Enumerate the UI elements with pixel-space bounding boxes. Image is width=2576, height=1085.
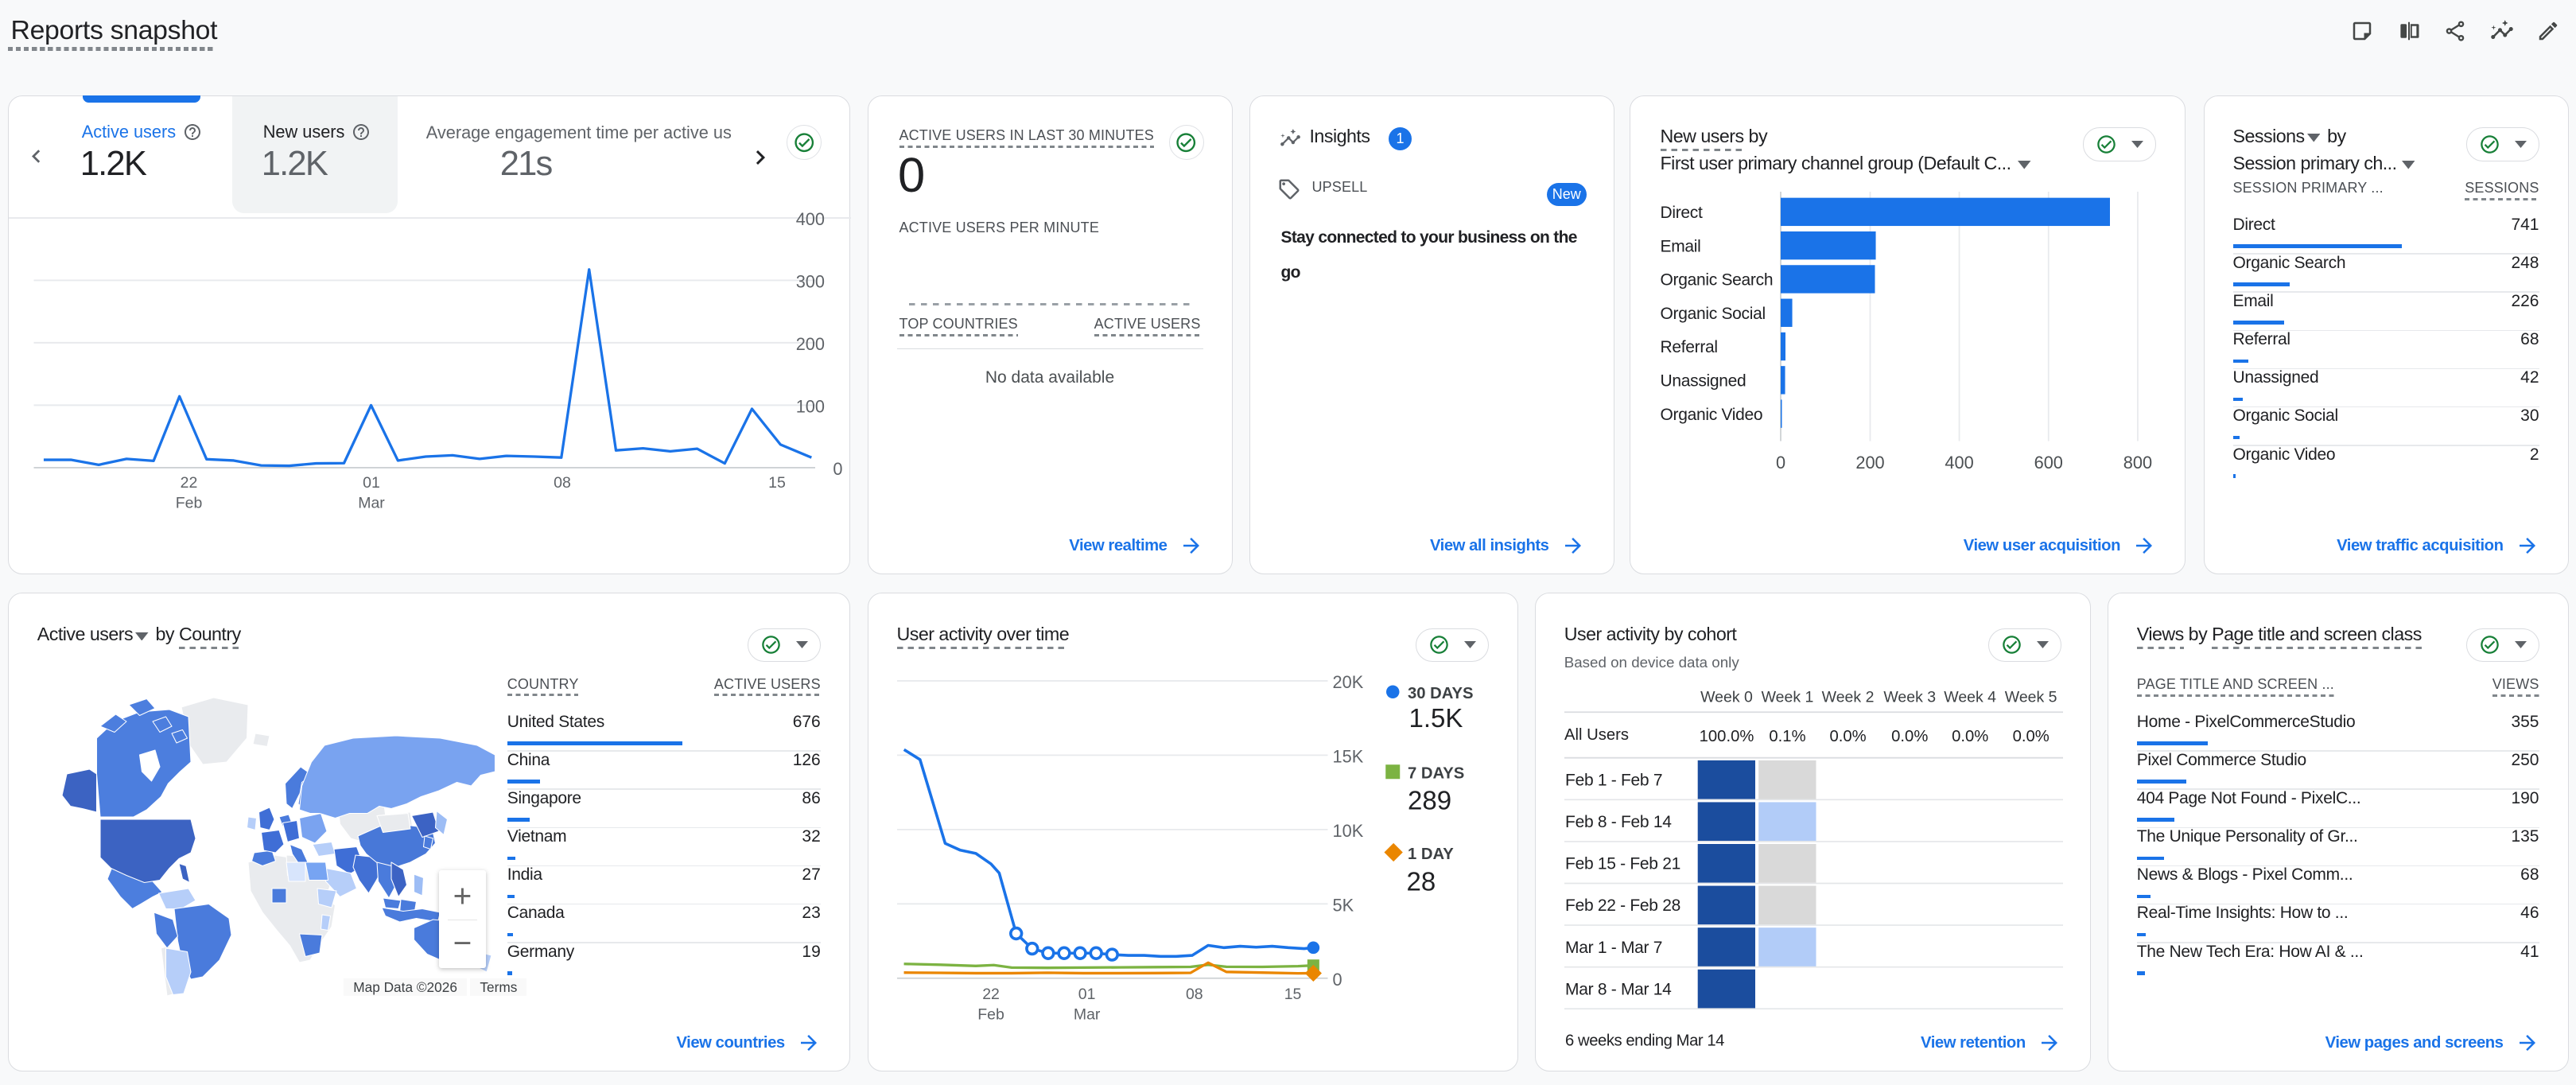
svg-text:Referral: Referral — [1661, 338, 1718, 356]
svg-text:28: 28 — [1406, 867, 1436, 896]
svg-text:Unassigned: Unassigned — [1661, 372, 1746, 391]
svg-text:Week 3: Week 3 — [1883, 689, 1936, 706]
svg-text:Organic Search: Organic Search — [1661, 271, 1774, 290]
svg-text:01: 01 — [1078, 986, 1095, 1003]
svg-text:30 DAYS: 30 DAYS — [1408, 685, 1474, 702]
svg-text:0: 0 — [1776, 453, 1785, 472]
svg-text:15: 15 — [1284, 986, 1301, 1003]
svg-text:800: 800 — [2123, 453, 2152, 472]
svg-text:Organic Social: Organic Social — [1661, 305, 1766, 323]
svg-text:1 DAY: 1 DAY — [1408, 846, 1454, 863]
svg-text:08: 08 — [554, 474, 571, 492]
svg-text:0.1%: 0.1% — [1769, 728, 1805, 745]
svg-text:All Users: All Users — [1564, 726, 1629, 744]
svg-text:200: 200 — [1855, 453, 1884, 472]
svg-text:0.0%: 0.0% — [1891, 728, 1928, 745]
svg-text:0.0%: 0.0% — [2012, 728, 2049, 745]
svg-text:Feb: Feb — [977, 1006, 1004, 1024]
svg-text:600: 600 — [2034, 453, 2063, 472]
svg-text:Mar: Mar — [358, 495, 385, 512]
svg-text:Feb 8 - Feb 14: Feb 8 - Feb 14 — [1565, 813, 1672, 831]
svg-text:200: 200 — [795, 334, 824, 354]
svg-text:22: 22 — [982, 986, 1000, 1003]
svg-text:Week 2: Week 2 — [1821, 689, 1874, 706]
svg-text:15: 15 — [768, 474, 786, 492]
svg-text:6 weeks ending Mar 14: 6 weeks ending Mar 14 — [1565, 1032, 1724, 1050]
svg-text:Week 4: Week 4 — [1944, 689, 1996, 706]
svg-text:10K: 10K — [1332, 821, 1363, 841]
svg-text:7 DAYS: 7 DAYS — [1408, 765, 1464, 783]
svg-text:0.0%: 0.0% — [1829, 728, 1866, 745]
svg-text:Organic Video: Organic Video — [1661, 406, 1763, 424]
svg-text:15K: 15K — [1332, 746, 1363, 766]
svg-text:Mar 8 - Mar 14: Mar 8 - Mar 14 — [1565, 980, 1672, 998]
svg-text:Feb 1 - Feb 7: Feb 1 - Feb 7 — [1565, 772, 1662, 790]
svg-text:01: 01 — [363, 474, 380, 492]
svg-text:Feb 22 - Feb 28: Feb 22 - Feb 28 — [1565, 896, 1680, 915]
svg-text:Email: Email — [1661, 237, 1701, 255]
svg-text:20K: 20K — [1332, 672, 1363, 692]
svg-text:Direct: Direct — [1661, 204, 1704, 222]
svg-text:400: 400 — [1945, 453, 1973, 472]
svg-text:08: 08 — [1185, 986, 1203, 1003]
svg-text:Week 0: Week 0 — [1700, 689, 1753, 706]
svg-text:0.0%: 0.0% — [1952, 728, 1988, 745]
svg-text:0: 0 — [1332, 970, 1342, 990]
svg-text:Mar: Mar — [1073, 1006, 1100, 1024]
svg-text:5K: 5K — [1332, 895, 1354, 915]
svg-text:400: 400 — [795, 209, 824, 229]
svg-text:Feb: Feb — [175, 495, 202, 512]
svg-text:100: 100 — [795, 396, 824, 416]
svg-text:22: 22 — [180, 474, 197, 492]
svg-text:Week 5: Week 5 — [2005, 689, 2057, 706]
svg-text:100.0%: 100.0% — [1699, 728, 1754, 745]
svg-text:289: 289 — [1408, 786, 1451, 815]
svg-text:0: 0 — [833, 459, 842, 479]
svg-text:Week 1: Week 1 — [1761, 689, 1813, 706]
svg-text:Mar 1 - Mar 7: Mar 1 - Mar 7 — [1565, 939, 1662, 957]
svg-text:1.5K: 1.5K — [1408, 703, 1463, 733]
svg-text:300: 300 — [795, 271, 824, 291]
svg-text:Feb 15 - Feb 21: Feb 15 - Feb 21 — [1565, 855, 1680, 873]
